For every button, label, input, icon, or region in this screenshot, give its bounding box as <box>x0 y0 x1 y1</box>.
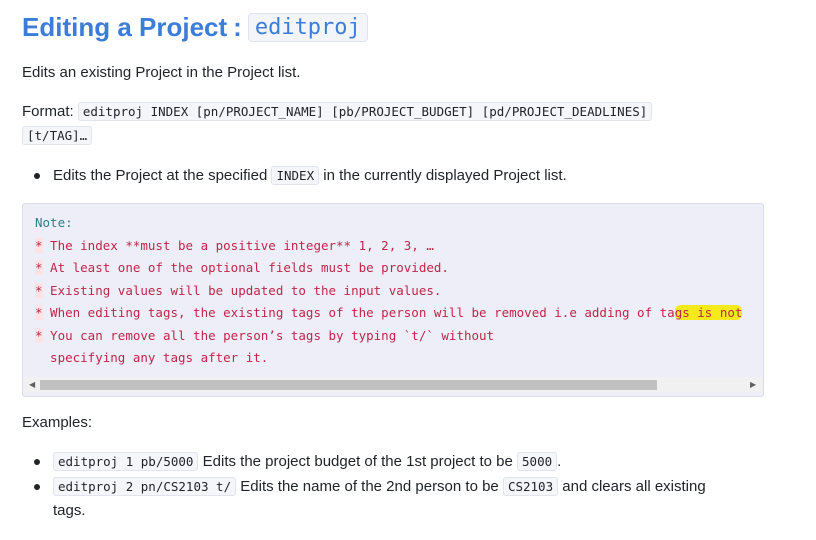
bullet-text: Edits the Project at the specified <box>53 167 268 184</box>
format-code-cont: [t/TAG]… <box>22 126 93 145</box>
note-star: * <box>35 328 43 343</box>
example-text: Edits the project budget of the 1st proj… <box>202 453 513 470</box>
bullet-dot <box>34 484 40 490</box>
bullet-text-end: in the currently displayed Project list. <box>323 167 567 184</box>
title-separator: : <box>233 11 242 42</box>
example-value-code: 5000 <box>517 452 558 471</box>
note-star: * <box>35 283 43 298</box>
scroll-right-icon[interactable]: ▶ <box>750 380 756 389</box>
page-title: Editing a Project : editproj <box>22 10 368 44</box>
example-value-code: CS2103 <box>502 477 559 496</box>
note-item: * When editing tags, the existing tags o… <box>35 305 743 320</box>
example-code: editproj 2 pn/CS2103 t/ <box>53 477 237 496</box>
highlighter-mark: gs is not <box>674 305 743 320</box>
note-item: * At least one of the optional fields mu… <box>35 260 449 275</box>
title-text: Editing a Project <box>22 11 228 42</box>
note-item: * Existing values will be updated to the… <box>35 283 442 298</box>
example-text-end: and clears all existing <box>562 478 706 495</box>
example-text: Edits the name of the 2nd person to be <box>240 478 499 495</box>
example-item-2: editproj 2 pn/CS2103 t/ Edits the name o… <box>53 476 706 498</box>
example-code: editproj 1 pb/5000 <box>53 452 199 471</box>
note-box[interactable]: Note: * The index **must be a positive i… <box>22 203 764 397</box>
note-item: * The index **must be a positive integer… <box>35 238 434 253</box>
bullet-dot <box>34 459 40 465</box>
description: Edits an existing Project in the Project… <box>22 64 301 81</box>
scrollbar-thumb[interactable] <box>40 380 657 390</box>
note-star: * <box>35 260 43 275</box>
format-line-2: [t/TAG]… <box>22 125 93 147</box>
bullet-item-index: Edits the Project at the specified INDEX… <box>53 165 567 187</box>
scroll-left-icon[interactable]: ◀ <box>29 380 35 389</box>
format-code: editproj INDEX [pn/PROJECT_NAME] [pb/PRO… <box>77 102 653 121</box>
examples-label: Examples: <box>22 414 93 431</box>
note-star: * <box>35 238 43 253</box>
note-label: Note: <box>35 215 73 230</box>
bullet-dot <box>34 173 40 179</box>
format-line-1: Format: editproj INDEX [pn/PROJECT_NAME]… <box>22 101 653 123</box>
index-code: INDEX <box>271 166 320 185</box>
note-item-cont: specifying any tags after it. <box>35 350 269 365</box>
note-star: * <box>35 305 43 320</box>
note-item: * You can remove all the person’s tags b… <box>35 328 495 343</box>
title-command-code: editproj <box>247 12 368 42</box>
example-item-2-cont: tags. <box>53 502 86 519</box>
example-item-1: editproj 1 pb/5000 Edits the project bud… <box>53 451 561 473</box>
format-label: Format: <box>22 103 74 120</box>
